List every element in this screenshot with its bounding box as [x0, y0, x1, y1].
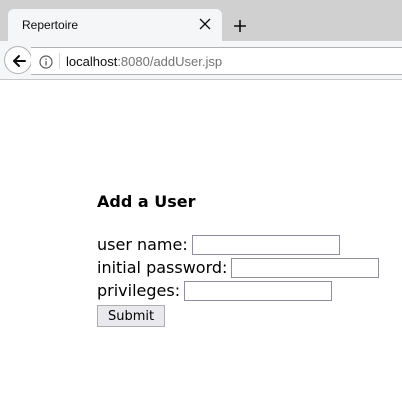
url-host: localhost	[66, 54, 118, 69]
tab-title: Repertoire	[22, 18, 79, 32]
plus-icon[interactable]	[232, 18, 248, 34]
url-bar[interactable]: localhost:8080/addUser.jsp	[31, 47, 402, 75]
url-separator	[59, 53, 60, 69]
url-path: :8080/addUser.jsp	[117, 54, 223, 69]
password-row: initial password:	[97, 256, 380, 279]
close-icon[interactable]	[197, 16, 213, 32]
back-arrow-icon	[13, 55, 26, 67]
password-input[interactable]	[231, 257, 380, 278]
browser-tab[interactable]: Repertoire	[8, 9, 222, 41]
back-button[interactable]	[4, 46, 32, 74]
password-label: initial password:	[97, 258, 228, 277]
submit-button[interactable]: Submit	[97, 305, 166, 327]
page-title: Add a User	[97, 192, 196, 211]
url-text[interactable]: localhost:8080/addUser.jsp	[66, 54, 222, 69]
privileges-label: privileges:	[97, 281, 181, 300]
info-icon[interactable]	[39, 54, 53, 69]
nav-bar: localhost:8080/addUser.jsp	[0, 41, 402, 80]
privileges-row: privileges:	[97, 279, 379, 302]
username-label: user name:	[97, 235, 188, 254]
add-user-form: Add a User user name: initial password: …	[97, 192, 380, 327]
username-input[interactable]	[191, 234, 340, 255]
username-row: user name:	[97, 233, 379, 256]
privileges-input[interactable]	[184, 280, 333, 301]
tab-strip: Repertoire	[0, 0, 402, 41]
